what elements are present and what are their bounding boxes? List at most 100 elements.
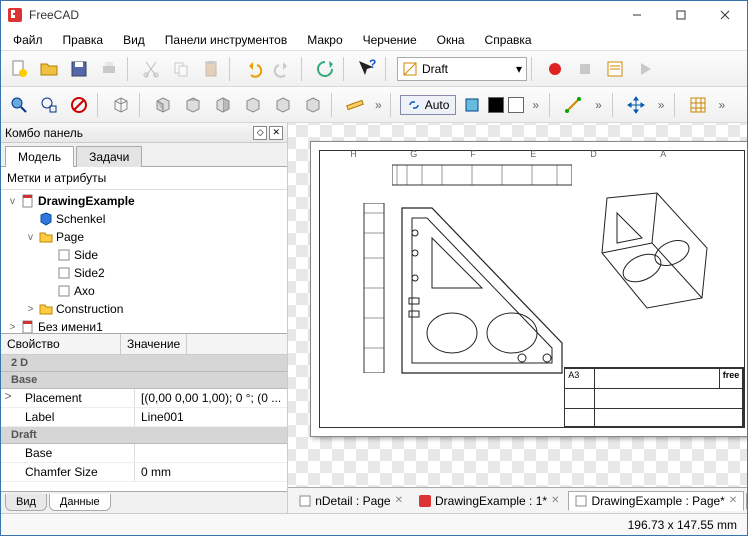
overflow-icon-5[interactable]: » [714, 98, 729, 112]
menu-edit[interactable]: Правка [55, 31, 112, 49]
ruler-mark: H [350, 149, 357, 159]
zoom-fit-button[interactable] [5, 91, 33, 119]
view-toolbar: » Auto » » » » [1, 87, 747, 123]
menu-macro[interactable]: Макро [299, 31, 350, 49]
prop-tab-data[interactable]: Данные [49, 494, 111, 511]
paste-button[interactable] [197, 55, 225, 83]
snap-grid-button[interactable] [684, 91, 712, 119]
panel-header: Комбо панель ◇ ✕ [1, 123, 287, 143]
drawing-view-iso [587, 188, 717, 328]
page-icon [299, 495, 311, 507]
property-group: Draft [1, 427, 287, 444]
menu-drafting[interactable]: Черчение [355, 31, 425, 49]
workbench-selector[interactable]: Draft ▾ [397, 57, 527, 81]
tab-scroll-left[interactable]: ◂ [746, 493, 747, 509]
prop-tab-view[interactable]: Вид [5, 494, 47, 511]
tree-item[interactable]: vDrawingExample [1, 192, 287, 210]
construction-mode-button[interactable] [458, 91, 486, 119]
front-view-button[interactable] [149, 91, 177, 119]
statusbar: 196.73 x 147.55 mm [1, 513, 747, 535]
left-view-button[interactable] [299, 91, 327, 119]
refresh-button[interactable] [311, 55, 339, 83]
freecad-icon [419, 495, 431, 507]
macro-stop-button[interactable] [571, 55, 599, 83]
title-block: A3free [564, 367, 744, 427]
doc-tab[interactable]: DrawingExample : 1* ✕ [412, 491, 566, 511]
doc-tab-label: DrawingExample : 1* [435, 494, 547, 508]
face-color-swatch[interactable] [508, 97, 524, 113]
property-row[interactable]: >Placement[(0,00 0,00 1,00); 0 °; (0 ... [1, 389, 287, 408]
save-button[interactable] [65, 55, 93, 83]
maximize-button[interactable] [659, 1, 703, 29]
window-title: FreeCAD [29, 8, 615, 22]
prop-header-value: Значение [121, 334, 187, 354]
close-tab-icon[interactable]: ✕ [729, 495, 737, 506]
right-view-button[interactable] [209, 91, 237, 119]
tree-item[interactable]: Schenkel [1, 210, 287, 228]
line-tool-button[interactable] [559, 91, 587, 119]
tree-item[interactable]: vPage [1, 228, 287, 246]
undo-button[interactable] [239, 55, 267, 83]
close-tab-icon[interactable]: ✕ [551, 495, 559, 506]
model-tree[interactable]: vDrawingExampleSchenkelvPageSideSide2Axo… [1, 190, 287, 333]
property-group: Base [1, 372, 287, 389]
zoom-selection-button[interactable] [35, 91, 63, 119]
cut-button[interactable] [137, 55, 165, 83]
ruler-mark: E [530, 149, 536, 159]
macro-run-button[interactable] [631, 55, 659, 83]
menu-toolbars[interactable]: Панели инструментов [157, 31, 295, 49]
close-button[interactable] [703, 1, 747, 29]
bottom-view-button[interactable] [269, 91, 297, 119]
menubar: Файл Правка Вид Панели инструментов Макр… [1, 29, 747, 51]
rear-view-button[interactable] [239, 91, 267, 119]
close-tab-icon[interactable]: ✕ [395, 495, 403, 506]
titlebar: FreeCAD [1, 1, 747, 29]
iso-view-button[interactable] [107, 91, 135, 119]
tab-tasks[interactable]: Задачи [76, 146, 142, 167]
menu-view[interactable]: Вид [115, 31, 153, 49]
draft-icon [402, 61, 418, 77]
property-row[interactable]: Base [1, 444, 287, 463]
document-tabs: nDetail : Page ✕ DrawingExample : 1* ✕ D… [288, 487, 747, 513]
menu-help[interactable]: Справка [477, 31, 540, 49]
macro-record-button[interactable] [541, 55, 569, 83]
drawing-canvas[interactable]: H G F E D A [288, 123, 747, 487]
line-color-swatch[interactable] [488, 97, 504, 113]
overflow-icon[interactable]: » [371, 98, 386, 112]
minimize-button[interactable] [615, 1, 659, 29]
doc-tab-label: DrawingExample : Page* [591, 494, 724, 508]
draw-style-button[interactable] [65, 91, 93, 119]
open-button[interactable] [35, 55, 63, 83]
panel-tabs: Модель Задачи [1, 143, 287, 167]
menu-windows[interactable]: Окна [429, 31, 473, 49]
tree-item[interactable]: Axo [1, 282, 287, 300]
overflow-icon-4[interactable]: » [652, 98, 671, 112]
tree-item[interactable]: Side [1, 246, 287, 264]
redo-button[interactable] [269, 55, 297, 83]
property-row[interactable]: LabelLine001 [1, 408, 287, 427]
print-button[interactable] [95, 55, 123, 83]
tree-item[interactable]: Side2 [1, 264, 287, 282]
panel-close-button[interactable]: ✕ [269, 126, 283, 140]
copy-button[interactable] [167, 55, 195, 83]
overflow-icon-2[interactable]: » [526, 98, 545, 112]
panel-undock-button[interactable]: ◇ [253, 126, 267, 140]
top-view-button[interactable] [179, 91, 207, 119]
new-button[interactable] [5, 55, 33, 83]
macro-list-button[interactable] [601, 55, 629, 83]
measure-button[interactable] [341, 91, 369, 119]
cursor-position: 196.73 x 147.55 mm [628, 518, 737, 532]
tree-item[interactable]: >Construction [1, 300, 287, 318]
overflow-icon-3[interactable]: » [589, 98, 608, 112]
drawing-view-front [397, 203, 567, 378]
auto-constraint-toggle[interactable]: Auto [400, 95, 457, 115]
doc-tab[interactable]: nDetail : Page ✕ [292, 491, 410, 511]
move-tool-button[interactable] [622, 91, 650, 119]
tree-item[interactable]: >Без имени1 [1, 318, 287, 333]
property-row[interactable]: Chamfer Size0 mm [1, 463, 287, 482]
drawing-view-top [392, 163, 572, 188]
menu-file[interactable]: Файл [5, 31, 51, 49]
doc-tab[interactable]: DrawingExample : Page* ✕ [568, 491, 744, 511]
whats-this-button[interactable]: ? [353, 55, 381, 83]
tab-model[interactable]: Модель [5, 146, 74, 167]
